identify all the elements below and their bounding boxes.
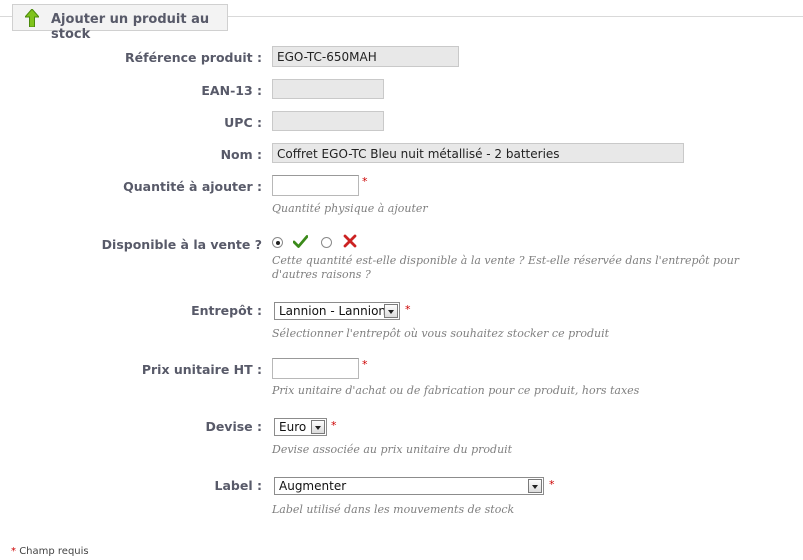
currency-select[interactable]: Euro <box>274 418 327 436</box>
name-field: Coffret EGO-TC Bleu nuit métallisé - 2 b… <box>272 143 684 163</box>
unit-price-input[interactable] <box>272 358 359 379</box>
currency-select-value: Euro <box>279 420 307 434</box>
currency-hint: Devise associée au prix unitaire du prod… <box>272 443 513 456</box>
available-no-radio[interactable] <box>321 237 332 248</box>
available-yes-radio[interactable] <box>272 237 283 248</box>
footnote-text: Champ requis <box>19 546 89 557</box>
available-label: Disponible à la vente ? <box>101 237 262 252</box>
required-marker: * <box>362 358 368 371</box>
ean13-label: EAN-13 : <box>201 83 262 98</box>
arrow-up-icon <box>25 9 39 27</box>
quantity-input[interactable] <box>272 175 359 196</box>
check-icon <box>293 235 308 248</box>
unit-price-hint: Prix unitaire d'achat ou de fabrication … <box>272 384 640 397</box>
available-hint: Cette quantité est-elle disponible à la … <box>272 254 740 281</box>
required-marker: * <box>549 478 555 491</box>
fieldset-title: Ajouter un produit au stock <box>51 12 210 42</box>
reference-label: Référence produit : <box>125 50 262 65</box>
stock-label-hint: Label utilisé dans les mouvements de sto… <box>272 503 515 516</box>
required-footnote: * Champ requis <box>11 546 89 557</box>
warehouse-hint: Sélectionner l'entrepôt où vous souhaite… <box>272 327 610 340</box>
chevron-down-icon[interactable] <box>528 479 542 493</box>
warehouse-select-value: Lannion - Lannion <box>279 304 387 318</box>
required-marker: * <box>362 175 368 188</box>
unit-price-label: Prix unitaire HT : <box>141 362 262 377</box>
fieldset-legend: Ajouter un produit au stock <box>12 4 228 42</box>
stock-label-select-value: Augmenter <box>279 479 347 493</box>
warehouse-select[interactable]: Lannion - Lannion <box>274 302 400 320</box>
chevron-down-icon[interactable] <box>311 420 325 434</box>
ean13-field <box>272 79 384 99</box>
required-marker: * <box>331 419 337 432</box>
footnote-star: * <box>11 546 16 557</box>
quantity-label: Quantité à ajouter : <box>123 179 262 194</box>
upc-label: UPC : <box>224 115 262 130</box>
required-marker: * <box>405 303 411 316</box>
currency-label: Devise : <box>205 419 262 434</box>
upc-field <box>272 111 384 131</box>
name-label: Nom : <box>220 147 262 162</box>
stock-label-select[interactable]: Augmenter <box>274 477 544 495</box>
reference-field: EGO-TC-650MAH <box>272 46 459 67</box>
stock-label-label: Label : <box>214 478 262 493</box>
chevron-down-icon[interactable] <box>384 304 398 318</box>
quantity-hint: Quantité physique à ajouter <box>272 202 428 215</box>
warehouse-label: Entrepôt : <box>191 303 262 318</box>
cross-icon <box>343 234 357 248</box>
